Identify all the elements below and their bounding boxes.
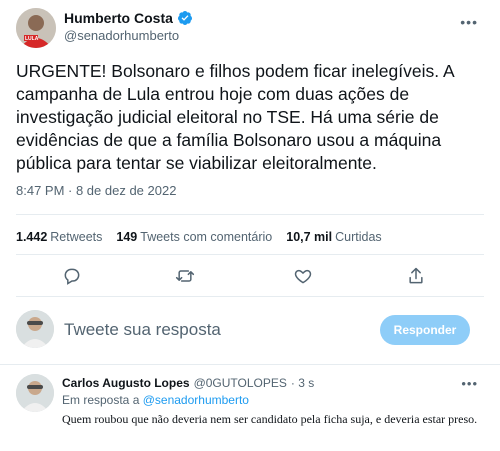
avatar-badge-text: LULA [25, 36, 39, 42]
author-handle[interactable]: @senadorhumberto [64, 28, 179, 43]
reply-time[interactable]: · 3 s [291, 376, 314, 390]
tweet-stats: 1.442 Retweets 149 Tweets com comentário 1… [16, 230, 382, 244]
retweet-icon[interactable] [175, 266, 195, 286]
tweet-timestamp[interactable]: 8:47 PM · 8 de dez de 2022 [16, 183, 176, 198]
reply-author-row: Carlos Augusto Lopes @0GUTOLOPES · 3 s [62, 376, 314, 390]
retweets-count: 1.442 [16, 230, 48, 244]
in-reply-handle-link[interactable]: @senadorhumberto [143, 393, 249, 407]
reply-author-name[interactable]: Carlos Augusto Lopes [62, 376, 190, 390]
verified-badge-icon [177, 11, 192, 25]
reply-icon[interactable] [62, 266, 82, 286]
like-icon[interactable] [293, 266, 313, 286]
author-name[interactable]: Humberto Costa [64, 10, 173, 26]
tweet-actions-bar [0, 262, 500, 290]
likes-stat[interactable]: 10,7 mil Curtidas [286, 230, 381, 244]
reply-author-handle[interactable]: @0GUTOLOPES [194, 376, 287, 390]
in-reply-prefix: Em resposta a [62, 393, 140, 407]
reply-input[interactable]: Tweete sua resposta [64, 320, 221, 340]
retweets-stat[interactable]: 1.442 Retweets [16, 230, 102, 244]
current-user-avatar[interactable] [16, 310, 54, 348]
divider [16, 296, 484, 297]
quotes-count: 149 [116, 230, 138, 244]
likes-label: Curtidas [335, 230, 382, 244]
author-avatar[interactable]: LULA [16, 8, 56, 48]
reply-text: Quem roubou que não deveria nem ser cand… [62, 412, 478, 426]
reply-more-options-icon[interactable]: ••• [461, 376, 478, 391]
author-name-row[interactable]: Humberto Costa [64, 10, 193, 26]
in-reply-to: Em resposta a @senadorhumberto [62, 393, 249, 407]
more-options-icon[interactable]: ••• [460, 14, 478, 30]
quotes-label: Tweets com comentário [140, 230, 273, 244]
retweets-label: Retweets [50, 230, 103, 244]
divider [0, 364, 500, 365]
reply-button[interactable]: Responder [380, 315, 470, 345]
share-icon[interactable] [406, 266, 426, 286]
reply-author-avatar[interactable] [16, 374, 54, 412]
tweet-text: URGENTE! Bolsonaro e filhos podem ficar … [16, 61, 454, 173]
divider [16, 254, 484, 255]
divider [16, 214, 484, 215]
quotes-stat[interactable]: 149 Tweets com comentário [116, 230, 272, 244]
likes-count: 10,7 mil [286, 230, 333, 244]
